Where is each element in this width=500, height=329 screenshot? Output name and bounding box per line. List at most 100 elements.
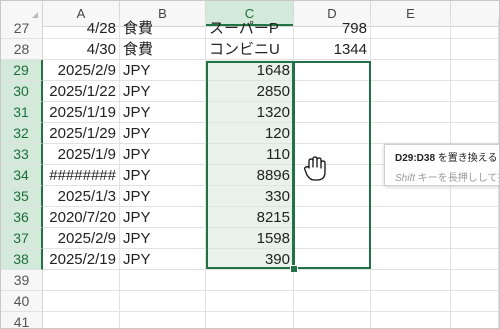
cell-a34[interactable]: ######## xyxy=(43,165,120,186)
cell-f30[interactable] xyxy=(451,81,499,102)
cell-a31[interactable]: 2025/1/19 xyxy=(43,102,120,123)
cell-f40[interactable] xyxy=(451,291,499,312)
cell-d32[interactable] xyxy=(294,123,371,144)
cell-b33[interactable]: JPY xyxy=(120,144,206,165)
row-header-31[interactable]: 31 xyxy=(1,102,43,123)
cell-b38[interactable]: JPY xyxy=(120,249,206,270)
cell-c29[interactable]: 1648 xyxy=(206,60,294,81)
row-header-35[interactable]: 35 xyxy=(1,186,43,207)
cell-c39[interactable] xyxy=(206,270,294,291)
cell-c40[interactable] xyxy=(206,291,294,312)
cell-a40[interactable] xyxy=(43,291,120,312)
cell-b29[interactable]: JPY xyxy=(120,60,206,81)
cell-c37[interactable]: 1598 xyxy=(206,228,294,249)
row-header-37[interactable]: 37 xyxy=(1,228,43,249)
cell-e38[interactable] xyxy=(371,249,451,270)
cell-a41[interactable] xyxy=(43,312,120,328)
cell-c32[interactable]: 120 xyxy=(206,123,294,144)
cell-d36[interactable] xyxy=(294,207,371,228)
cell-a27[interactable]: 4/28 xyxy=(43,18,120,39)
cell-e29[interactable] xyxy=(371,60,451,81)
row-header-33[interactable]: 33 xyxy=(1,144,43,165)
cell-c35[interactable]: 330 xyxy=(206,186,294,207)
row-header-40[interactable]: 40 xyxy=(1,291,43,312)
cell-a37[interactable]: 2025/2/9 xyxy=(43,228,120,249)
cell-a29[interactable]: 2025/2/9 xyxy=(43,60,120,81)
cell-f37[interactable] xyxy=(451,228,499,249)
cell-c36[interactable]: 8215 xyxy=(206,207,294,228)
cell-b31[interactable]: JPY xyxy=(120,102,206,123)
cell-b34[interactable]: JPY xyxy=(120,165,206,186)
cell-b36[interactable]: JPY xyxy=(120,207,206,228)
cell-e27[interactable] xyxy=(371,18,451,39)
cell-d38[interactable] xyxy=(294,249,371,270)
cell-c27[interactable]: スーパーP xyxy=(206,18,294,39)
row-header-30[interactable]: 30 xyxy=(1,81,43,102)
cell-f35[interactable] xyxy=(451,186,499,207)
cell-b27[interactable]: 食費 xyxy=(120,18,206,39)
cell-d35[interactable] xyxy=(294,186,371,207)
cell-a39[interactable] xyxy=(43,270,120,291)
fill-handle[interactable] xyxy=(290,265,298,273)
cell-a38[interactable]: 2025/2/19 xyxy=(43,249,120,270)
cell-b32[interactable]: JPY xyxy=(120,123,206,144)
cell-b41[interactable] xyxy=(120,312,206,328)
cell-a35[interactable]: 2025/1/3 xyxy=(43,186,120,207)
cell-a36[interactable]: 2020/7/20 xyxy=(43,207,120,228)
cell-e30[interactable] xyxy=(371,81,451,102)
cell-e28[interactable] xyxy=(371,39,451,60)
cell-a32[interactable]: 2025/1/29 xyxy=(43,123,120,144)
cell-d27[interactable]: 798 xyxy=(294,18,371,39)
cell-f39[interactable] xyxy=(451,270,499,291)
cell-d31[interactable] xyxy=(294,102,371,123)
row-header-36[interactable]: 36 xyxy=(1,207,43,228)
row-header-34[interactable]: 34 xyxy=(1,165,43,186)
cell-c34[interactable]: 8896 xyxy=(206,165,294,186)
cell-e41[interactable] xyxy=(371,312,451,328)
cell-d41[interactable] xyxy=(294,312,371,328)
row-header-32[interactable]: 32 xyxy=(1,123,43,144)
cell-d39[interactable] xyxy=(294,270,371,291)
cell-f38[interactable] xyxy=(451,249,499,270)
row-header-41[interactable]: 41 xyxy=(1,312,43,328)
cell-c31[interactable]: 1320 xyxy=(206,102,294,123)
cell-c28[interactable]: コンビニU xyxy=(206,39,294,60)
cell-a33[interactable]: 2025/1/9 xyxy=(43,144,120,165)
cell-a30[interactable]: 2025/1/22 xyxy=(43,81,120,102)
cell-b39[interactable] xyxy=(120,270,206,291)
cell-c38[interactable]: 390 xyxy=(206,249,294,270)
cell-f27[interactable] xyxy=(451,18,499,39)
cell-d29[interactable] xyxy=(294,60,371,81)
row-header-29[interactable]: 29 xyxy=(1,60,43,81)
cell-b40[interactable] xyxy=(120,291,206,312)
cell-d40[interactable] xyxy=(294,291,371,312)
cell-e40[interactable] xyxy=(371,291,451,312)
cell-b28[interactable]: 食費 xyxy=(120,39,206,60)
cell-e36[interactable] xyxy=(371,207,451,228)
cell-b30[interactable]: JPY xyxy=(120,81,206,102)
cell-d28[interactable]: 1344 xyxy=(294,39,371,60)
cell-f28[interactable] xyxy=(451,39,499,60)
cell-e37[interactable] xyxy=(371,228,451,249)
cell-f31[interactable] xyxy=(451,102,499,123)
cell-d30[interactable] xyxy=(294,81,371,102)
cell-e39[interactable] xyxy=(371,270,451,291)
cell-c33[interactable]: 110 xyxy=(206,144,294,165)
cell-e32[interactable] xyxy=(371,123,451,144)
cell-f29[interactable] xyxy=(451,60,499,81)
cell-e35[interactable] xyxy=(371,186,451,207)
cell-d37[interactable] xyxy=(294,228,371,249)
cell-b37[interactable]: JPY xyxy=(120,228,206,249)
cell-a28[interactable]: 4/30 xyxy=(43,39,120,60)
cell-f32[interactable] xyxy=(451,123,499,144)
row-header-27[interactable]: 27 xyxy=(1,18,43,39)
cell-c30[interactable]: 2850 xyxy=(206,81,294,102)
cell-c41[interactable] xyxy=(206,312,294,328)
row-header-28[interactable]: 28 xyxy=(1,39,43,60)
row-header-39[interactable]: 39 xyxy=(1,270,43,291)
cell-f36[interactable] xyxy=(451,207,499,228)
cell-b35[interactable]: JPY xyxy=(120,186,206,207)
row-header-38[interactable]: 38 xyxy=(1,249,43,270)
cell-e31[interactable] xyxy=(371,102,451,123)
cell-f41[interactable] xyxy=(451,312,499,328)
